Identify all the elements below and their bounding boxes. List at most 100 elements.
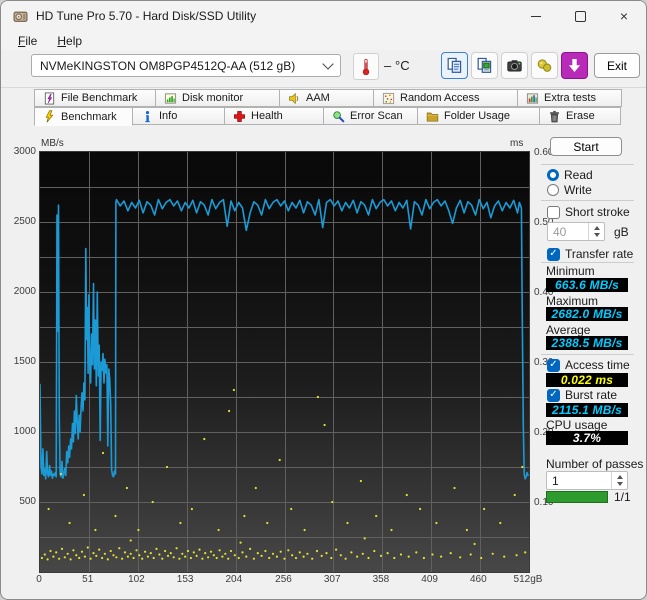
burst-rate-checkbox-box <box>547 388 560 402</box>
file-benchmark-icon <box>43 91 56 105</box>
tab-file-benchmark[interactable]: File Benchmark <box>34 89 156 107</box>
tab-label: Health <box>251 110 283 122</box>
aam-icon <box>288 92 301 105</box>
tab-erase[interactable]: Erase <box>539 107 621 125</box>
hdtune-window: HD Tune Pro 5.70 - Hard Disk/SSD Utility… <box>0 0 647 600</box>
passes-stepper[interactable]: 1 <box>546 471 628 490</box>
transfer-rate-checkbox[interactable]: Transfer rate <box>547 247 633 261</box>
tab-label: Info <box>159 110 178 122</box>
short-stroke-checkbox[interactable]: Short stroke <box>547 205 630 219</box>
options-button[interactable] <box>531 52 558 79</box>
copy-image-button[interactable] <box>471 52 498 79</box>
axis-tick: 0 <box>36 574 42 585</box>
axis-tick: 256 <box>275 574 292 585</box>
maximize-icon <box>574 10 586 22</box>
exit-button[interactable]: Exit <box>594 53 640 78</box>
stepper-arrows-icon[interactable] <box>588 223 604 240</box>
passes-value: 1 <box>552 473 559 488</box>
copy-text-button[interactable] <box>441 52 468 79</box>
tab-benchmark[interactable]: Benchmark <box>34 107 133 126</box>
tab-label: Extra tests <box>544 92 596 104</box>
passes-label: Number of passes <box>546 457 644 471</box>
stepper-arrows-icon[interactable] <box>611 472 627 489</box>
axis-tick: 51 <box>82 574 94 585</box>
error-scan-icon <box>332 110 345 123</box>
drive-select[interactable]: NVMeKINGSTON OM8PGP4512Q-AA (512 gB) <box>31 54 341 77</box>
tab-error-scan[interactable]: Error Scan <box>323 107 418 125</box>
divider <box>541 354 634 355</box>
average-label: Average <box>546 323 591 337</box>
copy-image-icon <box>476 57 493 74</box>
chart-grid <box>40 152 529 572</box>
benchmark-icon <box>43 110 56 123</box>
minimize-button[interactable] <box>514 1 558 31</box>
progress-bar <box>546 491 608 503</box>
temperature-button[interactable] <box>353 53 379 80</box>
y-left-unit-label: MB/s <box>41 138 64 149</box>
tab-disk-monitor[interactable]: Disk monitor <box>155 89 280 107</box>
info-icon <box>141 110 154 123</box>
axis-tick: 3000 <box>13 146 36 157</box>
maximum-label: Maximum <box>546 294 599 308</box>
write-radio-label: Write <box>564 183 592 197</box>
maximum-value: 2682.0 MB/s <box>546 307 628 321</box>
transfer-rate-checkbox-box <box>547 247 560 261</box>
health-icon <box>233 110 246 123</box>
access-time-checkbox[interactable]: Access time <box>547 358 630 372</box>
window-title: HD Tune Pro 5.70 - Hard Disk/SSD Utility <box>36 9 257 23</box>
tab-label: Error Scan <box>350 110 403 122</box>
menu-file[interactable]: File <box>10 33 45 49</box>
hdd-icon <box>13 9 28 24</box>
read-radio[interactable]: Read <box>547 168 593 182</box>
maximize-button[interactable] <box>558 1 602 31</box>
tab-label: AAM <box>306 92 330 104</box>
write-radio[interactable]: Write <box>547 183 592 197</box>
tab-label: Random Access <box>400 92 480 104</box>
access-time-checkbox-box <box>547 358 560 372</box>
screenshot-button[interactable] <box>501 52 528 79</box>
tab-extra-tests[interactable]: Extra tests <box>517 89 622 107</box>
tab-strip: File Benchmark Disk monitor AAM Random Acce… <box>34 89 634 126</box>
axis-tick: 2000 <box>13 286 36 297</box>
tab-info[interactable]: Info <box>132 107 225 125</box>
start-button[interactable]: Start <box>550 137 622 156</box>
chart-canvas <box>40 152 529 572</box>
read-radio-label: Read <box>564 168 593 182</box>
tab-health[interactable]: Health <box>224 107 324 125</box>
menu-help[interactable]: Help <box>49 33 90 49</box>
erase-icon <box>548 110 561 123</box>
tab-label: Disk monitor <box>182 92 244 104</box>
access-time-value: 0.022 ms <box>546 373 628 387</box>
minimum-label: Minimum <box>546 264 595 278</box>
camera-icon <box>506 57 523 74</box>
save-button[interactable] <box>561 52 588 79</box>
toolbar: NVMeKINGSTON OM8PGP4512Q-AA (512 gB) – °… <box>1 50 646 88</box>
burst-rate-checkbox[interactable]: Burst rate <box>547 388 617 402</box>
axis-tick: 1500 <box>13 356 36 367</box>
tab-label: Erase <box>566 110 595 122</box>
burst-rate-value: 2115.1 MB/s <box>546 403 628 417</box>
random-access-icon <box>382 92 395 105</box>
y-right-unit-label: ms <box>510 138 524 149</box>
axis-tick: 307 <box>323 574 341 585</box>
tab-aam[interactable]: AAM <box>279 89 374 107</box>
short-stroke-checkbox-box <box>547 205 560 219</box>
transfer-rate-label: Transfer rate <box>565 247 634 261</box>
close-button[interactable]: × <box>602 1 646 31</box>
divider <box>541 200 634 201</box>
access-time-label: Access time <box>565 358 630 372</box>
tab-label: Benchmark <box>61 110 117 123</box>
progress-label: 1/1 <box>614 490 631 504</box>
short-stroke-size-stepper[interactable]: 40 <box>547 222 605 241</box>
tab-label: Folder Usage <box>444 110 511 122</box>
tab-folder-usage[interactable]: Folder Usage <box>417 107 540 125</box>
axis-tick: 512gB <box>513 574 543 585</box>
benchmark-chart <box>39 151 530 573</box>
tab-random-access[interactable]: Random Access <box>373 89 518 107</box>
axis-tick: 460 <box>469 574 487 585</box>
read-radio-circle <box>547 169 559 181</box>
axis-tick: 1000 <box>13 426 36 437</box>
average-value: 2388.5 MB/s <box>546 336 628 350</box>
minimum-value: 663.6 MB/s <box>546 278 628 292</box>
axis-tick: 102 <box>128 574 145 585</box>
